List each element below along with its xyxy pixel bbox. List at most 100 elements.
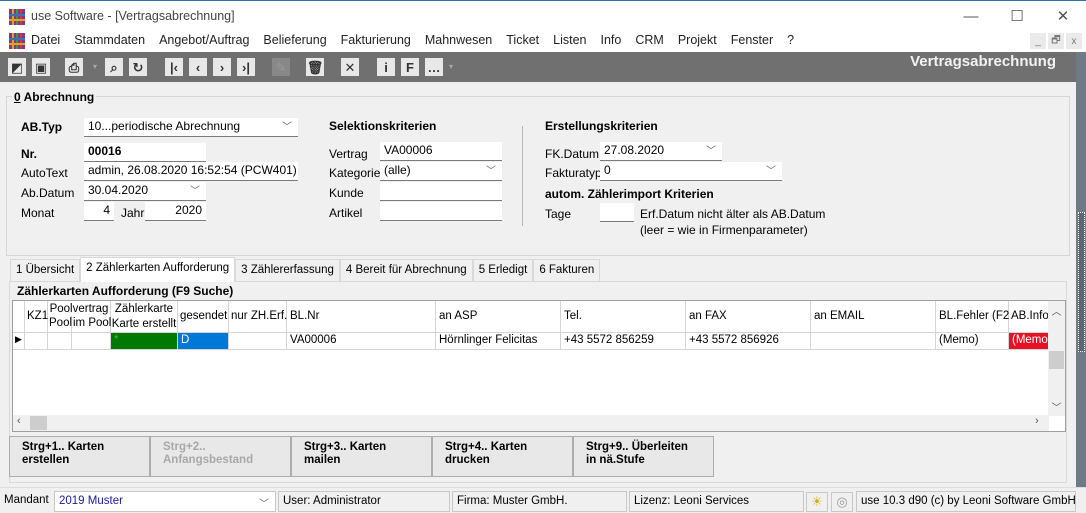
form-icon[interactable]: F <box>401 58 419 76</box>
more-icon[interactable]: … <box>425 58 443 76</box>
cell-bl-fehler[interactable]: (Memo) <box>936 333 1009 350</box>
cell-gesendet[interactable]: D <box>178 333 229 350</box>
maximize-button[interactable]: ☐ <box>994 1 1040 31</box>
header-im-pool[interactable]: im Pool <box>72 316 111 333</box>
menu-fakturierung[interactable]: Fakturierung <box>341 33 411 47</box>
scroll-right-icon[interactable]: › <box>1035 415 1039 427</box>
menu-fenster[interactable]: Fenster <box>731 33 773 47</box>
tab-zaehlererfassung[interactable]: 3 Zählererfassung <box>235 259 340 281</box>
tab-uebersicht[interactable]: 1 Übersicht <box>10 259 81 281</box>
menu-angebot-auftrag[interactable]: Angebot/Auftrag <box>159 33 249 47</box>
karten-drucken-button[interactable]: Strg+4.. Karten drucken <box>432 436 573 477</box>
more-dropdown-icon[interactable]: ▾ <box>448 58 454 76</box>
header-nur-zh-erf[interactable]: nur ZH.Erf. <box>229 301 287 333</box>
menu-ticket[interactable]: Ticket <box>506 33 539 47</box>
header-an-asp[interactable]: an ASP <box>436 301 561 333</box>
tab-zaehlerkarten-aufforderung[interactable]: 2 Zählerkarten Aufforderung <box>80 257 236 282</box>
refresh-icon[interactable]: ↻ <box>129 58 147 76</box>
data-grid[interactable]: KZ1 Poolvertrag Pool im Pool Zählerkarte… <box>12 300 1066 432</box>
artikel-field[interactable] <box>380 202 502 221</box>
splitter-handle[interactable] <box>1078 212 1085 352</box>
kunde-field[interactable] <box>380 182 502 201</box>
karten-erstellen-button[interactable]: Strg+1.. Karten erstellen <box>9 436 150 477</box>
print-icon[interactable]: ⎙ <box>65 58 83 76</box>
header-kz1[interactable]: KZ1 <box>25 301 48 333</box>
header-tel[interactable]: Tel. <box>561 301 686 333</box>
first-record-icon[interactable]: |‹ <box>165 58 183 76</box>
menu-help[interactable]: ? <box>787 33 794 47</box>
autotext-field[interactable]: admin, 26.08.2020 16:52:54 (PCW401) <box>84 162 298 181</box>
import-kriterien-title: autom. Zählerimport Kriterien <box>545 187 714 201</box>
cell-ab-info[interactable]: (Memo) <box>1009 333 1050 350</box>
header-bl-nr[interactable]: BL.Nr <box>287 301 436 333</box>
monat-field[interactable]: 4 <box>84 202 114 221</box>
sun-icon[interactable]: ☀ <box>806 492 828 512</box>
cell-nur-zh-erf[interactable] <box>229 333 287 350</box>
scroll-up-icon[interactable]: ︿ <box>1048 303 1065 318</box>
vertical-scroll-thumb[interactable] <box>1049 351 1064 369</box>
new-icon[interactable]: ◩ <box>8 58 26 76</box>
cancel-icon[interactable]: ✕ <box>341 58 359 76</box>
menu-projekt[interactable]: Projekt <box>678 33 717 47</box>
mdi-close-button[interactable]: x <box>1066 33 1082 49</box>
delete-icon[interactable]: 🗑 <box>306 58 324 76</box>
close-button[interactable]: ✕ <box>1040 1 1086 31</box>
menu-stammdaten[interactable]: Stammdaten <box>74 33 145 47</box>
menu-datei[interactable]: Datei <box>31 33 60 47</box>
cell-an-fax[interactable]: +43 5572 856926 <box>686 333 811 350</box>
mdi-minimize-button[interactable]: _ <box>1030 33 1046 49</box>
ueberleiten-button[interactable]: Strg+9.. Überleiten in nä.Stufe <box>573 436 714 477</box>
vertrag-field[interactable]: VA00006 <box>380 142 502 161</box>
save-icon[interactable]: ▣ <box>32 58 50 76</box>
info-icon[interactable]: i <box>377 58 395 76</box>
ab-typ-select[interactable]: 10...periodische Abrechnung ﹀ <box>84 118 298 137</box>
menu-listen[interactable]: Listen <box>553 33 586 47</box>
tab-fakturen[interactable]: 6 Fakturen <box>533 259 601 281</box>
horizontal-scroll-thumb[interactable] <box>30 416 47 430</box>
coins-icon[interactable]: ◎ <box>831 492 853 512</box>
cell-an-email[interactable] <box>811 333 936 350</box>
scroll-down-icon[interactable]: ﹀ <box>1048 399 1065 414</box>
vertical-scrollbar[interactable]: ︿ ﹀ <box>1048 301 1065 416</box>
header-pool[interactable]: Pool <box>48 316 72 333</box>
previous-record-icon[interactable]: ‹ <box>189 58 207 76</box>
cell-karte-erstellt[interactable]: * <box>111 333 178 350</box>
tab-erledigt[interactable]: 5 Erledigt <box>472 259 534 281</box>
header-nur-zh-erf-label: nur ZH.Erf. <box>231 310 288 322</box>
karten-mailen-button[interactable]: Strg+3.. Karten mailen <box>291 436 432 477</box>
last-record-icon[interactable]: ›| <box>237 58 255 76</box>
header-ab-info[interactable]: AB.Info <box>1009 301 1050 333</box>
cell-kz1[interactable] <box>25 333 48 350</box>
cell-tel[interactable]: +43 5572 856259 <box>561 333 686 350</box>
print-dropdown-icon[interactable]: ▾ <box>92 58 98 76</box>
next-record-icon[interactable]: › <box>213 58 231 76</box>
jahr-field[interactable]: 2020 <box>145 202 206 221</box>
cell-im-pool[interactable] <box>72 333 111 350</box>
header-an-fax[interactable]: an FAX <box>686 301 811 333</box>
search-icon[interactable]: ⌕ <box>105 58 123 76</box>
nr-field[interactable]: 00016 <box>84 143 206 162</box>
cell-pool[interactable] <box>48 333 72 350</box>
fk-datum-field[interactable]: 27.08.2020 ﹀ <box>600 142 722 161</box>
kategorie-select[interactable]: (alle) ﹀ <box>380 162 502 181</box>
tab-bereit-fuer-abrechnung[interactable]: 4 Bereit für Abrechnung <box>339 259 473 281</box>
minimize-button[interactable]: — <box>948 1 994 31</box>
header-bl-fehler[interactable]: BL.Fehler (F2) <box>936 301 1013 333</box>
mdi-app-icon[interactable] <box>9 33 25 49</box>
horizontal-scrollbar[interactable]: ‹ › <box>13 415 1049 431</box>
header-zaehlerkarte[interactable]: Zählerkarte Karte erstellt <box>111 301 178 333</box>
menu-mahnwesen[interactable]: Mahnwesen <box>425 33 492 47</box>
cell-an-asp[interactable]: Hörnlinger Felicitas <box>436 333 561 350</box>
header-an-email[interactable]: an EMAIL <box>811 301 936 333</box>
cell-bl-nr[interactable]: VA00006 <box>287 333 436 350</box>
menu-info[interactable]: Info <box>601 33 622 47</box>
menu-belieferung[interactable]: Belieferung <box>263 33 326 47</box>
tage-field[interactable] <box>600 203 634 222</box>
fakturatyp-select[interactable]: 0 ﹀ <box>600 162 782 181</box>
mandant-select[interactable]: 2019 Muster ﹀ <box>54 491 276 512</box>
scroll-left-icon[interactable]: ‹ <box>17 415 21 427</box>
ab-datum-field[interactable]: 30.04.2020 ﹀ <box>84 182 206 201</box>
menu-crm[interactable]: CRM <box>635 33 663 47</box>
header-gesendet[interactable]: gesendet <box>178 301 229 333</box>
mdi-restore-button[interactable]: 🗗 <box>1048 33 1064 49</box>
